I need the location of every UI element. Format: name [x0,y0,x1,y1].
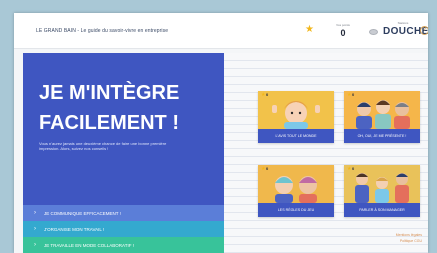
station-indicator: Stations DOUCHE [383,21,428,37]
star-icon: ★ [305,24,314,35]
card-caption: L'AVIS TOUT LE MONDE [258,129,334,143]
lesson-card[interactable]: ★ 0 L'AVIS TOUT LE MONDE [258,91,334,143]
footer-links: Mentions légales Politique CGU [382,232,422,244]
lesson-illustration [344,165,420,203]
star-icon: ★ [261,92,266,98]
help-icon[interactable]: ? [420,26,428,35]
chevron-right-icon: › [34,242,36,248]
star-icon: ★ [347,166,352,172]
app-window: LE GRAND BAIN - Le guide du savoir-vivre… [14,13,428,253]
card-caption: PARLER À SON MANAGER [344,203,420,217]
intro-text: Vous n'aurez jamais une deuxième chance … [39,141,167,151]
lesson-illustration [258,165,334,203]
station-value: DOUCHE [383,26,428,37]
lesson-grid: ★ 0 L'AVIS TOUT LE MONDE ★ 0 OH, OUI, JE… [224,53,428,253]
chapter-menu: › JE COMMUNIQUE EFFICACEMENT ! › J'ORGAN… [23,205,224,253]
menu-item-communique[interactable]: › JE COMMUNIQUE EFFICACEMENT ! [23,205,224,221]
menu-item-label: JE COMMUNIQUE EFFICACEMENT ! [44,210,121,216]
card-caption: OH, OUI, JE ME PRÉSENTE ! [344,129,420,143]
lesson-illustration [258,91,334,129]
star-icon: ★ [261,166,266,172]
lesson-card[interactable]: ★ 0 PARLER À SON MANAGER [344,165,420,217]
terms-link[interactable]: Politique CGU [382,238,422,244]
points-value: 0 [340,28,346,38]
intro-panel: JE M'INTÈGRE FACILEMENT ! Vous n'aurez j… [23,53,224,253]
card-points: 0 [266,92,269,97]
menu-item-collaboratif[interactable]: › JE TRAVAILLE EN MODE COLLABORATIF ! [23,237,224,253]
station-label: Stations [397,21,409,25]
chevron-right-icon: › [34,226,36,232]
menu-item-label: JE TRAVAILLE EN MODE COLLABORATIF ! [44,242,134,248]
star-icon: ★ [347,92,352,98]
points-counter: Vos points 0 [330,23,356,38]
points-label: Vos points [336,23,350,27]
card-points: 0 [352,166,355,171]
card-points: 0 [352,92,355,97]
page-title: JE M'INTÈGRE FACILEMENT ! [39,82,180,134]
app-title: LE GRAND BAIN - Le guide du savoir-vivre… [36,28,169,34]
lesson-card[interactable]: ★ 0 LES RÈGLES DU JEU [258,165,334,217]
card-points: 0 [266,166,269,171]
soap-icon [369,29,378,35]
lesson-card[interactable]: ★ 0 OH, OUI, JE ME PRÉSENTE ! [344,91,420,143]
menu-item-label: J'ORGANISE MON TRAVAIL ! [44,226,105,232]
chevron-right-icon: › [34,210,36,216]
menu-item-organise[interactable]: › J'ORGANISE MON TRAVAIL ! [23,221,224,237]
lesson-illustration [344,91,420,129]
card-caption: LES RÈGLES DU JEU [258,203,334,217]
top-bar: LE GRAND BAIN - Le guide du savoir-vivre… [14,13,428,49]
